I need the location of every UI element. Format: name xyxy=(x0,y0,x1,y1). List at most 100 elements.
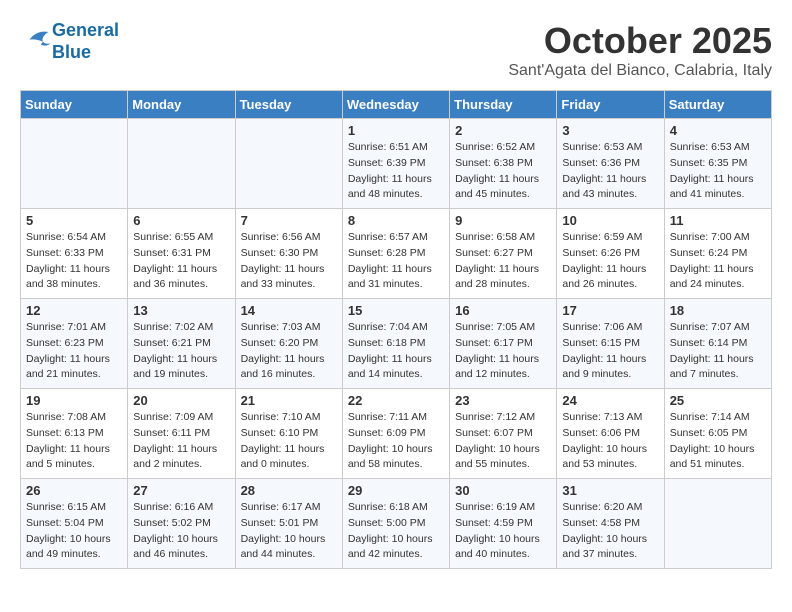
calendar-cell: 6 Sunrise: 6:55 AM Sunset: 6:31 PM Daylig… xyxy=(128,209,235,299)
day-info: Sunrise: 6:18 AM Sunset: 5:00 PM Dayligh… xyxy=(348,500,444,563)
day-number: 11 xyxy=(670,213,766,228)
calendar-cell: 17 Sunrise: 7:06 AM Sunset: 6:15 PM Dayli… xyxy=(557,299,664,389)
day-number: 29 xyxy=(348,483,444,498)
day-info: Sunrise: 6:20 AM Sunset: 4:58 PM Dayligh… xyxy=(562,500,658,563)
day-number: 8 xyxy=(348,213,444,228)
day-info: Sunrise: 6:53 AM Sunset: 6:36 PM Dayligh… xyxy=(562,140,658,203)
day-info: Sunrise: 7:08 AM Sunset: 6:13 PM Dayligh… xyxy=(26,410,122,473)
day-number: 13 xyxy=(133,303,229,318)
day-number: 23 xyxy=(455,393,551,408)
logo-text: General Blue xyxy=(52,20,119,63)
weekday-header-thursday: Thursday xyxy=(450,91,557,119)
day-info: Sunrise: 7:04 AM Sunset: 6:18 PM Dayligh… xyxy=(348,320,444,383)
calendar-cell: 10 Sunrise: 6:59 AM Sunset: 6:26 PM Dayli… xyxy=(557,209,664,299)
day-number: 5 xyxy=(26,213,122,228)
weekday-header-sunday: Sunday xyxy=(21,91,128,119)
calendar-cell: 16 Sunrise: 7:05 AM Sunset: 6:17 PM Dayli… xyxy=(450,299,557,389)
day-info: Sunrise: 6:17 AM Sunset: 5:01 PM Dayligh… xyxy=(241,500,337,563)
calendar-cell: 9 Sunrise: 6:58 AM Sunset: 6:27 PM Daylig… xyxy=(450,209,557,299)
calendar-cell: 2 Sunrise: 6:52 AM Sunset: 6:38 PM Daylig… xyxy=(450,119,557,209)
day-number: 31 xyxy=(562,483,658,498)
logo: General Blue xyxy=(20,20,119,63)
weekday-header-tuesday: Tuesday xyxy=(235,91,342,119)
calendar-cell: 4 Sunrise: 6:53 AM Sunset: 6:35 PM Daylig… xyxy=(664,119,771,209)
day-number: 16 xyxy=(455,303,551,318)
day-info: Sunrise: 6:52 AM Sunset: 6:38 PM Dayligh… xyxy=(455,140,551,203)
calendar-cell: 25Sunrise: 7:14 AM Sunset: 6:05 PM Dayli… xyxy=(664,389,771,479)
day-info: Sunrise: 7:12 AM Sunset: 6:07 PM Dayligh… xyxy=(455,410,551,473)
calendar-cell: 19 Sunrise: 7:08 AM Sunset: 6:13 PM Dayli… xyxy=(21,389,128,479)
day-info: Sunrise: 7:03 AM Sunset: 6:20 PM Dayligh… xyxy=(241,320,337,383)
day-info: Sunrise: 6:58 AM Sunset: 6:27 PM Dayligh… xyxy=(455,230,551,293)
calendar-cell: 31 Sunrise: 6:20 AM Sunset: 4:58 PM Dayli… xyxy=(557,479,664,569)
calendar-cell: 22 Sunrise: 7:11 AM Sunset: 6:09 PM Dayli… xyxy=(342,389,449,479)
day-number: 1 xyxy=(348,123,444,138)
calendar-week-row: 26 Sunrise: 6:15 AM Sunset: 5:04 PM Dayli… xyxy=(21,479,772,569)
calendar-cell: 11 Sunrise: 7:00 AM Sunset: 6:24 PM Dayli… xyxy=(664,209,771,299)
calendar-week-row: 5 Sunrise: 6:54 AM Sunset: 6:33 PM Daylig… xyxy=(21,209,772,299)
day-info: Sunrise: 7:11 AM Sunset: 6:09 PM Dayligh… xyxy=(348,410,444,473)
day-number: 20 xyxy=(133,393,229,408)
day-number: 2 xyxy=(455,123,551,138)
day-info: Sunrise: 7:10 AM Sunset: 6:10 PM Dayligh… xyxy=(241,410,337,473)
title-block: October 2025 Sant'Agata del Bianco, Cala… xyxy=(508,20,772,80)
day-number: 21 xyxy=(241,393,337,408)
day-number: 24 xyxy=(562,393,658,408)
weekday-header-wednesday: Wednesday xyxy=(342,91,449,119)
day-info: Sunrise: 7:02 AM Sunset: 6:21 PM Dayligh… xyxy=(133,320,229,383)
location-subtitle: Sant'Agata del Bianco, Calabria, Italy xyxy=(508,62,772,80)
day-number: 14 xyxy=(241,303,337,318)
day-info: Sunrise: 7:05 AM Sunset: 6:17 PM Dayligh… xyxy=(455,320,551,383)
calendar-cell: 8 Sunrise: 6:57 AM Sunset: 6:28 PM Daylig… xyxy=(342,209,449,299)
day-number: 9 xyxy=(455,213,551,228)
day-number: 28 xyxy=(241,483,337,498)
day-info: Sunrise: 6:55 AM Sunset: 6:31 PM Dayligh… xyxy=(133,230,229,293)
day-info: Sunrise: 7:00 AM Sunset: 6:24 PM Dayligh… xyxy=(670,230,766,293)
calendar-cell: 12Sunrise: 7:01 AM Sunset: 6:23 PM Dayli… xyxy=(21,299,128,389)
day-info: Sunrise: 6:57 AM Sunset: 6:28 PM Dayligh… xyxy=(348,230,444,293)
logo-bird-icon xyxy=(22,27,52,52)
day-info: Sunrise: 6:59 AM Sunset: 6:26 PM Dayligh… xyxy=(562,230,658,293)
day-info: Sunrise: 7:14 AM Sunset: 6:05 PM Dayligh… xyxy=(670,410,766,473)
month-title: October 2025 xyxy=(508,20,772,62)
calendar-cell: 15 Sunrise: 7:04 AM Sunset: 6:18 PM Dayli… xyxy=(342,299,449,389)
day-number: 27 xyxy=(133,483,229,498)
calendar-cell: 28 Sunrise: 6:17 AM Sunset: 5:01 PM Dayli… xyxy=(235,479,342,569)
calendar-cell: 29 Sunrise: 6:18 AM Sunset: 5:00 PM Dayli… xyxy=(342,479,449,569)
day-info: Sunrise: 7:07 AM Sunset: 6:14 PM Dayligh… xyxy=(670,320,766,383)
day-number: 18 xyxy=(670,303,766,318)
day-info: Sunrise: 6:56 AM Sunset: 6:30 PM Dayligh… xyxy=(241,230,337,293)
calendar-week-row: 1 Sunrise: 6:51 AM Sunset: 6:39 PM Daylig… xyxy=(21,119,772,209)
weekday-header-friday: Friday xyxy=(557,91,664,119)
day-info: Sunrise: 7:09 AM Sunset: 6:11 PM Dayligh… xyxy=(133,410,229,473)
calendar-cell: 21 Sunrise: 7:10 AM Sunset: 6:10 PM Dayli… xyxy=(235,389,342,479)
day-number: 17 xyxy=(562,303,658,318)
calendar-cell: 27Sunrise: 6:16 AM Sunset: 5:02 PM Dayli… xyxy=(128,479,235,569)
day-number: 22 xyxy=(348,393,444,408)
calendar-cell: 14 Sunrise: 7:03 AM Sunset: 6:20 PM Dayli… xyxy=(235,299,342,389)
day-info: Sunrise: 7:06 AM Sunset: 6:15 PM Dayligh… xyxy=(562,320,658,383)
calendar-cell: 13 Sunrise: 7:02 AM Sunset: 6:21 PM Dayli… xyxy=(128,299,235,389)
day-number: 15 xyxy=(348,303,444,318)
day-number: 4 xyxy=(670,123,766,138)
day-number: 6 xyxy=(133,213,229,228)
day-number: 10 xyxy=(562,213,658,228)
day-info: Sunrise: 6:53 AM Sunset: 6:35 PM Dayligh… xyxy=(670,140,766,203)
day-number: 19 xyxy=(26,393,122,408)
calendar-cell xyxy=(235,119,342,209)
calendar-cell: 3Sunrise: 6:53 AM Sunset: 6:36 PM Daylig… xyxy=(557,119,664,209)
day-info: Sunrise: 6:15 AM Sunset: 5:04 PM Dayligh… xyxy=(26,500,122,563)
weekday-header-monday: Monday xyxy=(128,91,235,119)
day-number: 30 xyxy=(455,483,551,498)
day-info: Sunrise: 7:01 AM Sunset: 6:23 PM Dayligh… xyxy=(26,320,122,383)
calendar-cell: 23 Sunrise: 7:12 AM Sunset: 6:07 PM Dayli… xyxy=(450,389,557,479)
day-number: 26 xyxy=(26,483,122,498)
weekday-header-saturday: Saturday xyxy=(664,91,771,119)
calendar-cell: 18 Sunrise: 7:07 AM Sunset: 6:14 PM Dayli… xyxy=(664,299,771,389)
day-info: Sunrise: 6:54 AM Sunset: 6:33 PM Dayligh… xyxy=(26,230,122,293)
calendar-cell: 20 Sunrise: 7:09 AM Sunset: 6:11 PM Dayli… xyxy=(128,389,235,479)
calendar-cell xyxy=(664,479,771,569)
day-info: Sunrise: 6:51 AM Sunset: 6:39 PM Dayligh… xyxy=(348,140,444,203)
calendar-week-row: 12Sunrise: 7:01 AM Sunset: 6:23 PM Dayli… xyxy=(21,299,772,389)
calendar-cell: 30Sunrise: 6:19 AM Sunset: 4:59 PM Dayli… xyxy=(450,479,557,569)
